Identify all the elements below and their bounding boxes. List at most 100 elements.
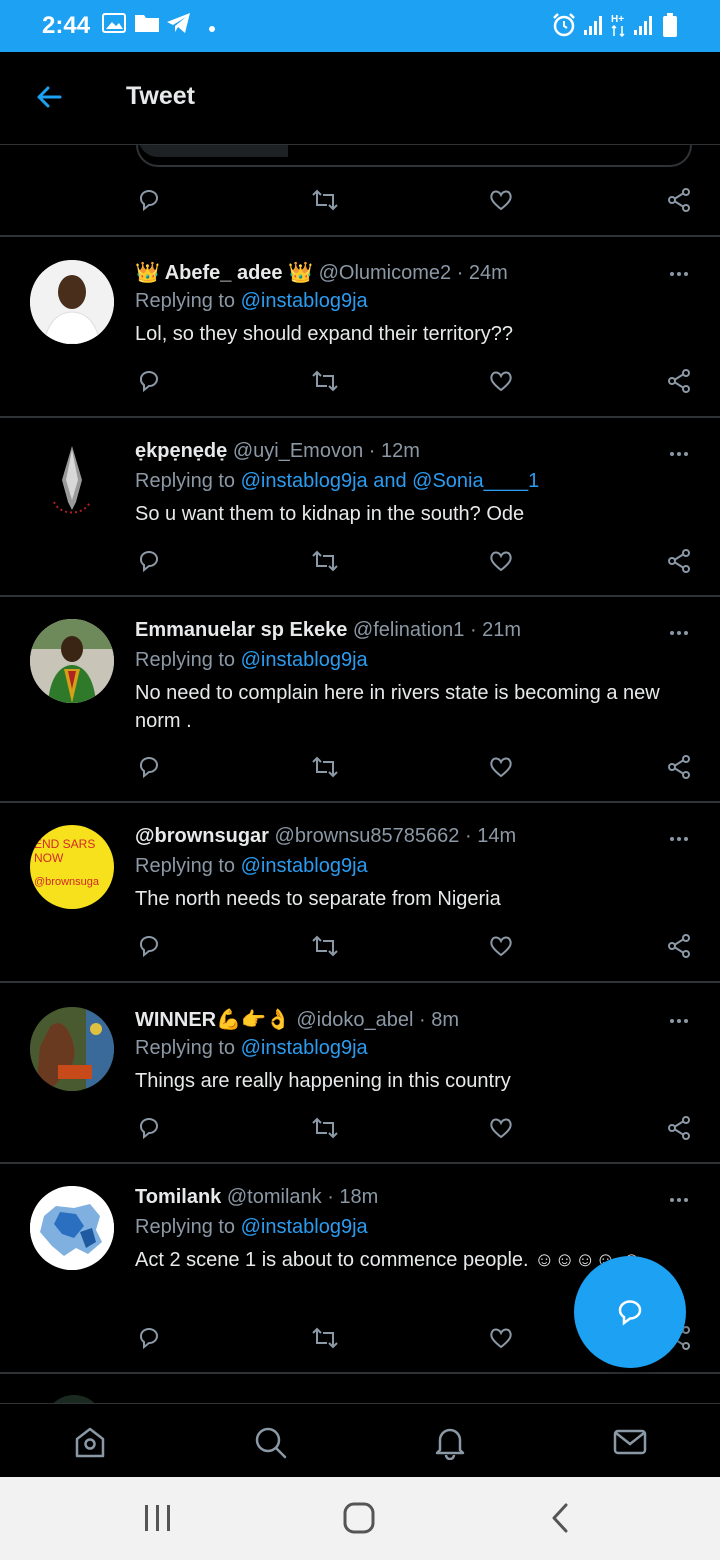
retweet-icon[interactable] bbox=[310, 366, 340, 396]
search-icon[interactable] bbox=[252, 1424, 288, 1460]
author-handle[interactable]: @tomilank bbox=[227, 1186, 322, 1208]
author-name[interactable]: ẹkpẹnẹdẹ bbox=[135, 440, 227, 462]
share-icon[interactable] bbox=[664, 366, 694, 396]
system-navigation bbox=[0, 1477, 720, 1560]
reply-icon[interactable] bbox=[134, 546, 164, 576]
retweet-icon[interactable] bbox=[310, 1323, 340, 1353]
share-icon[interactable] bbox=[664, 185, 694, 215]
divider bbox=[0, 595, 720, 597]
divider bbox=[0, 1372, 720, 1374]
reply-icon[interactable] bbox=[134, 1323, 164, 1353]
tweet-header: 👑 Abefe_ adee 👑 @Olumicome2 · 24m bbox=[135, 260, 655, 285]
reply-icon[interactable] bbox=[134, 366, 164, 396]
replying-to-link[interactable]: @instablog9ja and @Sonia____1 bbox=[241, 470, 540, 492]
replying-label: Replying to bbox=[135, 649, 236, 671]
status-time: 2:44 bbox=[42, 12, 91, 39]
replying-to-link[interactable]: @instablog9ja bbox=[241, 290, 368, 312]
compose-reply-button[interactable] bbox=[574, 1256, 686, 1368]
avatar[interactable] bbox=[30, 1186, 114, 1270]
tweet-text: The north needs to separate from Nigeria bbox=[135, 888, 501, 910]
retweet-icon[interactable] bbox=[310, 752, 340, 782]
reply-icon[interactable] bbox=[134, 185, 164, 215]
avatar[interactable]: END SARS NOW @brownsuga bbox=[30, 825, 114, 909]
tweet-time: · 21m bbox=[469, 619, 522, 641]
replying-to-link[interactable]: @instablog9ja bbox=[241, 1037, 368, 1059]
back-button-icon[interactable] bbox=[548, 1501, 572, 1540]
alarm-icon bbox=[551, 12, 577, 43]
tweet-text: No need to complain here in rivers state… bbox=[135, 682, 660, 732]
retweet-icon[interactable] bbox=[310, 1113, 340, 1143]
author-name[interactable]: WINNER💪👉👌 bbox=[135, 1009, 291, 1031]
avatar[interactable] bbox=[30, 619, 114, 703]
more-icon[interactable] bbox=[664, 1192, 694, 1208]
tweet-text: Lol, so they should expand their territo… bbox=[135, 323, 513, 345]
author-handle[interactable]: @uyi_Emovon bbox=[233, 440, 363, 462]
like-icon[interactable] bbox=[486, 366, 516, 396]
page-title: Tweet bbox=[126, 82, 195, 110]
avatar[interactable] bbox=[30, 1007, 114, 1091]
tweet-actions bbox=[134, 185, 698, 219]
reply-icon[interactable] bbox=[134, 931, 164, 961]
author-handle[interactable]: @idoko_abel bbox=[296, 1009, 413, 1031]
author-name[interactable]: Emmanuelar sp Ekeke bbox=[135, 619, 347, 641]
more-icon[interactable] bbox=[664, 446, 694, 462]
more-icon[interactable] bbox=[664, 1013, 694, 1029]
like-icon[interactable] bbox=[486, 931, 516, 961]
replying-to: Replying to @instablog9ja bbox=[135, 290, 368, 313]
more-icon[interactable] bbox=[664, 266, 694, 282]
messages-icon[interactable] bbox=[612, 1424, 648, 1460]
telegram-icon bbox=[166, 12, 192, 39]
share-icon[interactable] bbox=[664, 1113, 694, 1143]
tweet-header: Emmanuelar sp Ekeke @felination1 · 21m bbox=[135, 619, 655, 642]
author-handle[interactable]: @brownsu85785662 bbox=[275, 825, 460, 847]
tweet-actions bbox=[134, 366, 698, 400]
author-name[interactable]: 👑 Abefe_ adee 👑 bbox=[135, 262, 313, 284]
replying-to-link[interactable]: @instablog9ja bbox=[241, 855, 368, 877]
author-name[interactable]: @brownsugar bbox=[135, 825, 269, 847]
tweet-text: Things are really happening in this coun… bbox=[135, 1070, 511, 1092]
tweet-time: · 14m bbox=[464, 825, 517, 847]
tweet-actions bbox=[134, 1113, 698, 1147]
author-handle[interactable]: @felination1 bbox=[353, 619, 464, 641]
avatar[interactable] bbox=[30, 440, 114, 524]
author-name[interactable]: Tomilank bbox=[135, 1186, 221, 1208]
tweet-feed[interactable]: 👑 Abefe_ adee 👑 @Olumicome2 · 24m Replyi… bbox=[0, 145, 720, 1403]
more-icon[interactable] bbox=[664, 831, 694, 847]
replying-to: Replying to @instablog9ja bbox=[135, 1037, 368, 1060]
svg-text:H+: H+ bbox=[611, 14, 624, 25]
recent-apps-icon[interactable] bbox=[142, 1503, 174, 1538]
replying-to-link[interactable]: @instablog9ja bbox=[241, 1216, 368, 1238]
like-icon[interactable] bbox=[486, 546, 516, 576]
retweet-icon[interactable] bbox=[310, 931, 340, 961]
home-button-icon[interactable] bbox=[342, 1501, 376, 1540]
avatar[interactable] bbox=[30, 260, 114, 344]
like-icon[interactable] bbox=[486, 185, 516, 215]
notifications-icon[interactable] bbox=[432, 1424, 468, 1461]
reply-icon[interactable] bbox=[134, 1113, 164, 1143]
home-icon[interactable] bbox=[72, 1424, 108, 1460]
tweet-header: WINNER💪👉👌 @idoko_abel · 8m bbox=[135, 1007, 655, 1032]
replying-to-link[interactable]: @instablog9ja bbox=[241, 649, 368, 671]
like-icon[interactable] bbox=[486, 1113, 516, 1143]
retweet-icon[interactable] bbox=[310, 546, 340, 576]
like-icon[interactable] bbox=[486, 752, 516, 782]
replying-label: Replying to bbox=[135, 1216, 236, 1238]
avatar[interactable] bbox=[44, 1395, 104, 1403]
share-icon[interactable] bbox=[664, 752, 694, 782]
like-icon[interactable] bbox=[486, 1323, 516, 1353]
replying-label: Replying to bbox=[135, 855, 236, 877]
divider bbox=[0, 235, 720, 237]
tweet-time: · 12m bbox=[368, 440, 420, 462]
tweet-time: · 18m bbox=[327, 1186, 379, 1208]
dot-icon bbox=[208, 20, 216, 38]
top-header: Tweet bbox=[0, 52, 720, 145]
back-arrow-icon[interactable] bbox=[34, 82, 64, 117]
partial-media-card[interactable] bbox=[136, 145, 692, 167]
share-icon[interactable] bbox=[664, 931, 694, 961]
network-type-icon: H+ bbox=[610, 12, 628, 43]
share-icon[interactable] bbox=[664, 546, 694, 576]
more-icon[interactable] bbox=[664, 625, 694, 641]
author-handle[interactable]: @Olumicome2 bbox=[319, 262, 452, 284]
retweet-icon[interactable] bbox=[310, 185, 340, 215]
reply-icon[interactable] bbox=[134, 752, 164, 782]
